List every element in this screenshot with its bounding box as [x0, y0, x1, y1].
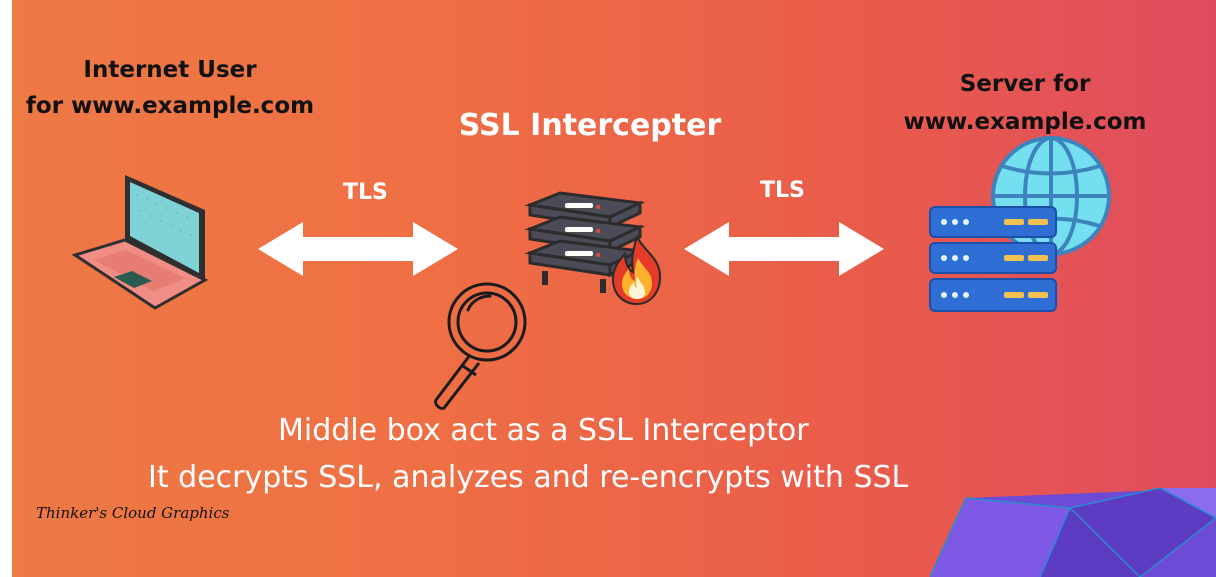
- server-rack-icon: [929, 206, 1057, 312]
- fire-icon: [611, 234, 662, 306]
- interceptor-label: SSL Intercepter: [458, 108, 722, 143]
- laptop-icon: [71, 175, 209, 310]
- diagram-canvas: Internet User for www.example.com SSL In…: [0, 0, 1216, 577]
- magnifier-icon: [434, 282, 527, 410]
- double-arrow-icon: [684, 222, 884, 276]
- caption-line-2: It decrypts SSL, analyzes and re-encrypt…: [148, 460, 909, 495]
- tls-right-label: TLS: [760, 178, 805, 203]
- caption-line-1: Middle box act as a SSL Interceptor: [278, 413, 809, 448]
- user-label: Internet User for www.example.com: [25, 57, 315, 119]
- double-arrow-icon: [258, 222, 458, 276]
- tls-left-label: TLS: [343, 180, 388, 205]
- server-label: Server for www.example.com: [903, 71, 1147, 135]
- credit-text: Thinker's Cloud Graphics: [36, 504, 230, 522]
- decorative-polygon-corner: [930, 488, 1216, 577]
